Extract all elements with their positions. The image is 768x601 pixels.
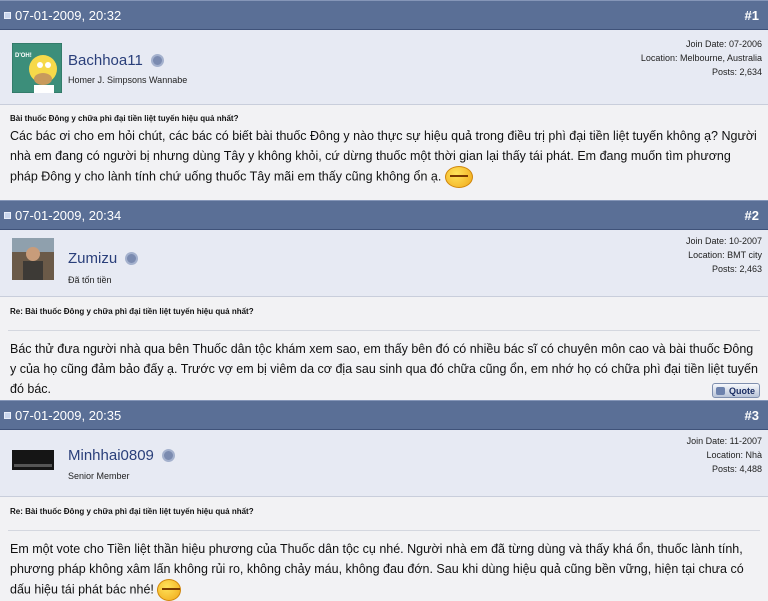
quote-button-label: Quote [729,386,755,396]
online-status-icon [161,449,175,462]
post-header: 07-01-2009, 20:35 #3 [0,400,768,430]
online-status-icon [125,252,139,265]
post-date: 07-01-2009, 20:34 [4,208,121,223]
avatar[interactable]: D'OH! [11,42,63,94]
post-icon [4,411,11,419]
quote-button[interactable]: Quote [712,383,760,398]
user-banner-icon [12,450,54,470]
user-stats: Join Date: 11-2007 Location: Nhà Posts: … [687,434,762,476]
user-info-area: D'OH! Bachhoa11 Homer J. Simpsons Wannab… [0,30,768,105]
user-title: Homer J. Simpsons Wannabe [68,75,188,85]
post-message: Em một vote cho Tiền liệt thần hiệu phươ… [10,539,758,601]
post-title: Bài thuốc Đông y chữa phì đại tiền liệt … [10,114,239,123]
post-count: Posts: 2,634 [711,67,762,77]
post-message: Các bác ơi cho em hỏi chút, các bác có b… [10,126,758,188]
post-number-link[interactable]: #3 [745,408,759,423]
username-row: Minhhai0809 [68,447,175,464]
whistling-smiley-icon [444,166,473,188]
post-header: 07-01-2009, 20:32 #1 [0,0,768,30]
user-photo-icon [12,238,54,280]
username-row: Bachhoa11 [68,52,164,69]
post-header: 07-01-2009, 20:34 #2 [0,200,768,230]
user-title: Đã tốn tiền [68,275,112,285]
post-date: 07-01-2009, 20:32 [4,8,121,23]
post-count: Posts: 2,463 [711,264,762,274]
location: Location: Nhà [706,450,762,460]
location: Location: Melbourne, Australia [640,53,762,63]
post-message-text: Em một vote cho Tiền liệt thần hiệu phươ… [10,542,744,597]
user-stats: Join Date: 07-2006 Location: Melbourne, … [641,37,762,79]
avatar-caption: D'OH! [15,53,32,59]
post-body: Re: Bài thuốc Đông y chữa phì đại tiền l… [0,297,768,401]
post-number-link[interactable]: #2 [745,208,759,223]
homer-avatar-icon [11,42,63,94]
post-count: Posts: 4,488 [711,464,762,474]
username-row: Zumizu [68,250,139,267]
join-date: Join Date: 10-2007 [685,236,762,246]
post-3: 07-01-2009, 20:35 #3 Minhhai0809 Senior … [0,400,768,601]
post-1: 07-01-2009, 20:32 #1 D'OH! Bachhoa11 Hom… [0,0,768,201]
online-status-icon [150,54,164,67]
wink-smiley-icon [157,579,182,601]
post-body: Bài thuốc Đông y chữa phì đại tiền liệt … [0,105,768,201]
post-date-text: 07-01-2009, 20:35 [15,407,122,423]
post-message-text: Các bác ơi cho em hỏi chút, các bác có b… [10,129,757,184]
user-info-area: Zumizu Đã tốn tiền Join Date: 10-2007 Lo… [0,230,768,297]
divider [8,330,760,331]
user-stats: Join Date: 10-2007 Location: BMT city Po… [686,234,762,276]
post-body: Re: Bài thuốc Đông y chữa phì đại tiền l… [0,497,768,601]
username-link[interactable]: Bachhoa11 [68,52,143,69]
username-link[interactable]: Zumizu [68,250,117,267]
post-date-text: 07-01-2009, 20:34 [15,207,122,223]
user-info-area: Minhhai0809 Senior Member Join Date: 11-… [0,430,768,497]
post-2: 07-01-2009, 20:34 #2 Zumizu Đã tốn tiền … [0,200,768,401]
post-number-link[interactable]: #1 [745,8,759,23]
join-date: Join Date: 07-2006 [685,39,762,49]
post-date-text: 07-01-2009, 20:32 [15,7,122,23]
username-link[interactable]: Minhhai0809 [68,447,154,464]
post-date: 07-01-2009, 20:35 [4,408,121,423]
post-message: Bác thử đưa người nhà qua bên Thuốc dân … [10,342,758,396]
location: Location: BMT city [688,250,762,260]
post-icon [4,11,11,19]
user-title: Senior Member [68,471,130,481]
post-icon [4,211,11,219]
divider [8,530,760,531]
join-date: Join Date: 11-2007 [686,436,762,446]
avatar[interactable] [12,238,54,280]
post-title: Re: Bài thuốc Đông y chữa phì đại tiền l… [10,507,254,516]
post-title: Re: Bài thuốc Đông y chữa phì đại tiền l… [10,307,254,316]
avatar[interactable] [12,450,54,470]
